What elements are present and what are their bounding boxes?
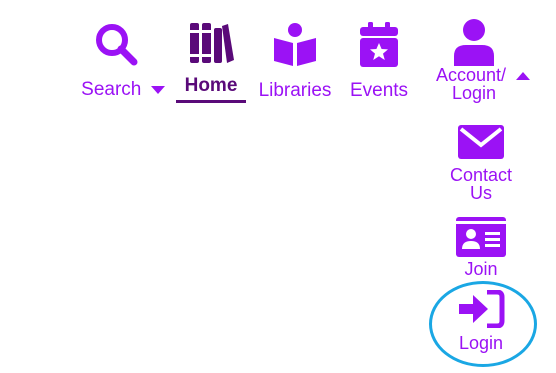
caret-up-icon [516, 71, 531, 80]
menu-login[interactable]: Login [441, 290, 521, 352]
calendar-star-icon [360, 22, 398, 67]
join-label: Join [464, 259, 498, 279]
envelope-icon [458, 125, 504, 159]
caret-down-icon [150, 86, 165, 95]
nav-search[interactable]: Search [78, 22, 168, 100]
menu-contact-us[interactable]: Contact Us [441, 125, 521, 202]
contact-label-line1: Contact [449, 165, 513, 185]
events-label: Events [349, 80, 409, 101]
sign-in-icon [459, 290, 505, 328]
nav-home[interactable]: Home [176, 20, 246, 96]
id-card-icon [456, 217, 506, 257]
reader-icon [274, 23, 316, 66]
books-icon [190, 23, 234, 63]
nav-libraries[interactable]: Libraries [255, 22, 335, 101]
contact-label-line2: Us [469, 183, 492, 203]
search-label: Search [81, 79, 142, 100]
search-icon [96, 24, 138, 66]
account-label-line1: Account/ [435, 65, 507, 85]
menu-join[interactable]: Join [441, 217, 521, 278]
account-label-line2: Login [451, 83, 497, 103]
active-tab-underline [176, 100, 246, 103]
libraries-label: Libraries [258, 80, 332, 101]
user-icon [454, 19, 494, 66]
nav-account[interactable]: Account/ Login [430, 18, 536, 102]
login-label: Login [458, 333, 504, 353]
home-label: Home [184, 75, 238, 96]
nav-events[interactable]: Events [347, 22, 411, 101]
